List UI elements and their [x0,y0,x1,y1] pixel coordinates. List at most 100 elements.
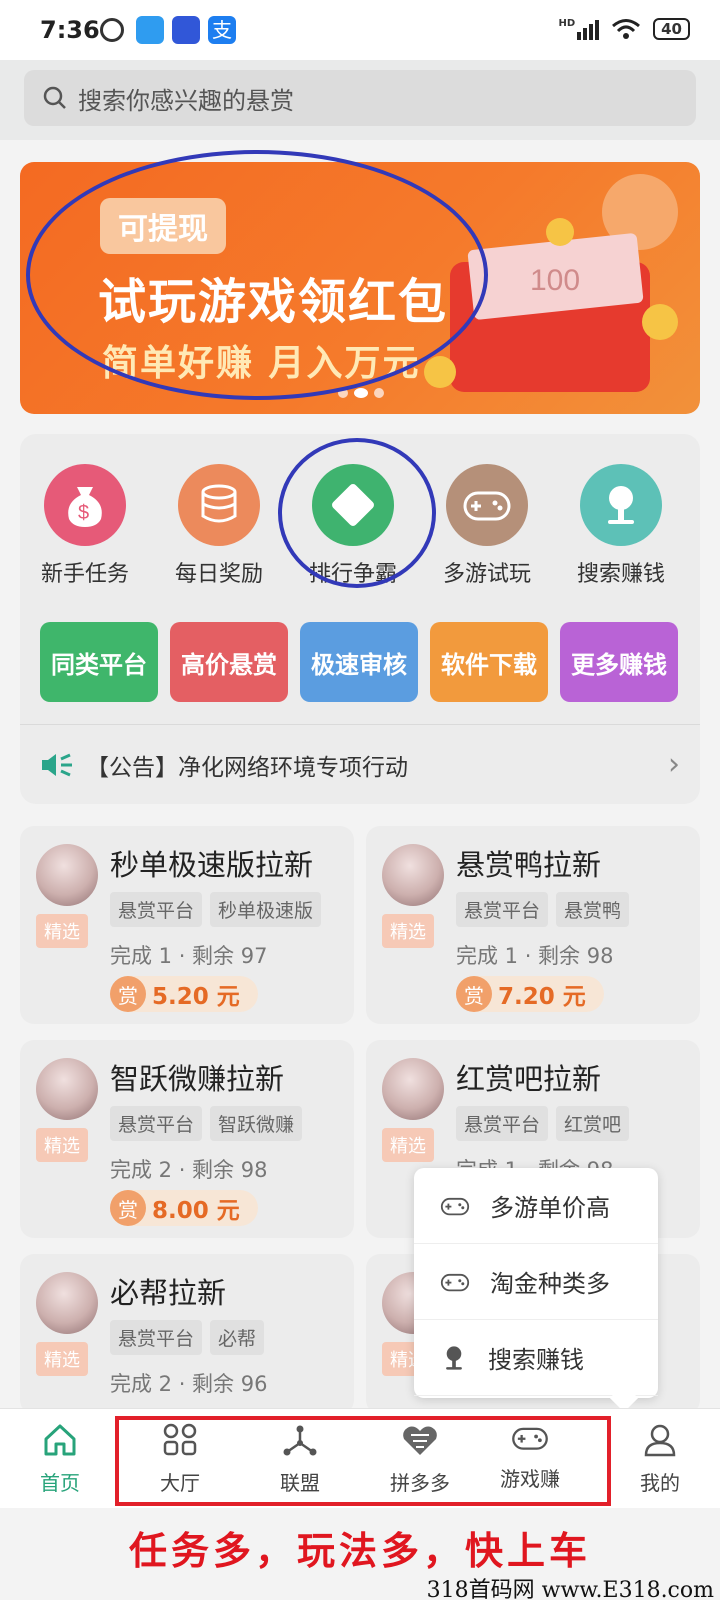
task-tag: 悬赏平台 [456,892,549,927]
annotation-ellipse-ranking [278,438,436,588]
alipay-icon: 支 [208,16,236,44]
promo-slogan: 任务多，玩法多，快上车 [128,1528,591,1573]
task-card[interactable]: 精选 智跃微赚拉新 悬赏平台 智跃微赚 完成 2 · 剩余 98 赏 8.00 … [20,1040,354,1238]
speaker-icon [42,753,72,776]
task-tags: 悬赏平台 红赏吧 [456,1106,630,1141]
task-reward: 赏 5.20 元 [110,976,258,1012]
reward-icon: 赏 [456,976,492,1012]
menu-label: 每日奖励 [174,562,263,587]
battery-indicator: 40 [653,18,690,40]
menu-item-daily-reward[interactable]: 每日奖励 [154,464,284,588]
reward-icon: 赏 [110,976,146,1012]
task-tag: 悬赏平台 [110,1106,203,1141]
menu-item-search-earn[interactable]: 搜索赚钱 [556,464,686,588]
home-icon [44,1424,76,1456]
tile-more-earn[interactable]: 更多赚钱 [560,622,678,702]
task-status: 完成 2 · 剩余 96 [110,1372,268,1396]
network-type: HD [558,18,576,29]
task-tag: 悬赏鸭 [556,892,630,927]
task-reward: 赏 8.00 元 [110,1190,258,1226]
task-status: 完成 2 · 剩余 98 [110,1158,268,1182]
popup-item-gold-rush[interactable]: 淘金种类多 [414,1244,658,1320]
task-tag: 悬赏平台 [456,1106,549,1141]
gamepad-icon [446,464,528,546]
menu-label: 新手任务 [40,562,129,587]
tab-home[interactable]: 首页 [10,1423,110,1496]
announcement-bar[interactable]: 【公告】净化网络环境专项行动 › [20,724,700,804]
featured-badge: 精选 [382,1128,434,1162]
tile-fast-review[interactable]: 极速审核 [300,622,418,702]
task-reward: 赏 7.20 元 [456,976,604,1012]
menu-item-multi-game[interactable]: 多游试玩 [422,464,552,588]
task-card[interactable]: 精选 秒单极速版拉新 悬赏平台 秒单极速版 完成 1 · 剩余 97 赏 5.2… [20,826,354,1024]
task-tags: 悬赏平台 智跃微赚 [110,1106,303,1141]
avatar [36,844,98,906]
app-notification-icon [136,16,164,44]
search-money-icon [446,1345,462,1370]
search-money-icon [580,464,662,546]
tab-label: 首页 [40,1471,80,1495]
popup-item-multi-game[interactable]: 多游单价高 [414,1168,658,1244]
gamepad-icon [440,1273,470,1291]
task-tag: 悬赏平台 [110,892,203,927]
task-tag: 秒单极速版 [210,892,322,927]
menu-item-newbie-task[interactable]: $ 新手任务 [20,464,150,588]
reward-amount: 5.20 元 [152,984,240,1010]
featured-badge: 精选 [36,1342,88,1376]
search-input[interactable]: 搜索你感兴趣的悬赏 [24,70,696,126]
task-title: 智跃微赚拉新 [110,1062,285,1096]
search-icon [43,86,66,109]
gamepad-icon [440,1197,470,1215]
task-title: 红赏吧拉新 [456,1062,602,1096]
annotation-box-tabs [115,1416,611,1506]
task-card[interactable]: 精选 必帮拉新 悬赏平台 必帮 完成 2 · 剩余 96 [20,1254,354,1414]
featured-badge: 精选 [36,1128,88,1162]
avatar [36,1272,98,1334]
coin-stack-icon [178,464,260,546]
avatar [382,1058,444,1120]
task-status: 完成 1 · 剩余 97 [110,944,268,968]
pagination-dot-active [354,388,368,398]
featured-badge: 精选 [36,914,88,948]
featured-badge: 精选 [382,914,434,948]
popup-label: 淘金种类多 [490,1270,610,1298]
tab-mine[interactable]: 我的 [610,1423,710,1496]
popup-label: 搜索赚钱 [488,1346,584,1374]
site-watermark: 318首码网 www.E318.com [426,1578,714,1600]
task-tags: 悬赏平台 悬赏鸭 [456,892,630,927]
status-bar: 7:36 支 HD 40 [0,0,720,60]
task-tag: 悬赏平台 [110,1320,203,1355]
task-title: 悬赏鸭拉新 [456,848,602,882]
tile-similar-platforms[interactable]: 同类平台 [40,622,158,702]
game-popup-menu: 多游单价高 淘金种类多 搜索赚钱 [414,1168,658,1413]
status-time: 7:36 [40,16,100,44]
annotation-ellipse-banner [26,150,488,400]
alarm-icon [100,18,124,42]
avatar [382,844,444,906]
task-status: 完成 1 · 剩余 98 [456,944,614,968]
tile-app-download[interactable]: 软件下载 [430,622,548,702]
banknote-value: 100 [530,264,580,297]
task-tags: 悬赏平台 秒单极速版 [110,892,322,927]
reward-amount: 7.20 元 [498,984,586,1010]
task-tags: 悬赏平台 必帮 [110,1320,265,1355]
tile-high-reward[interactable]: 高价悬赏 [170,622,288,702]
baidu-icon [172,16,200,44]
task-tag: 必帮 [210,1320,265,1355]
task-title: 秒单极速版拉新 [110,848,314,882]
money-bag-icon: $ [44,464,126,546]
task-tag: 智跃微赚 [210,1106,303,1141]
reward-icon: 赏 [110,1190,146,1226]
task-card[interactable]: 精选 悬赏鸭拉新 悬赏平台 悬赏鸭 完成 1 · 剩余 98 赏 7.20 元 [366,826,700,1024]
search-placeholder: 搜索你感兴趣的悬赏 [78,86,294,115]
pagination-dot [374,388,384,398]
chevron-right-icon: › [668,747,680,782]
avatar [36,1058,98,1120]
task-title: 必帮拉新 [110,1276,227,1310]
signal-icon: HD [558,18,600,40]
wifi-icon [612,19,641,39]
reward-amount: 8.00 元 [152,1198,240,1224]
announcement-text: 【公告】净化网络环境专项行动 [86,754,408,781]
task-tag: 红赏吧 [556,1106,630,1141]
user-icon [644,1424,676,1457]
